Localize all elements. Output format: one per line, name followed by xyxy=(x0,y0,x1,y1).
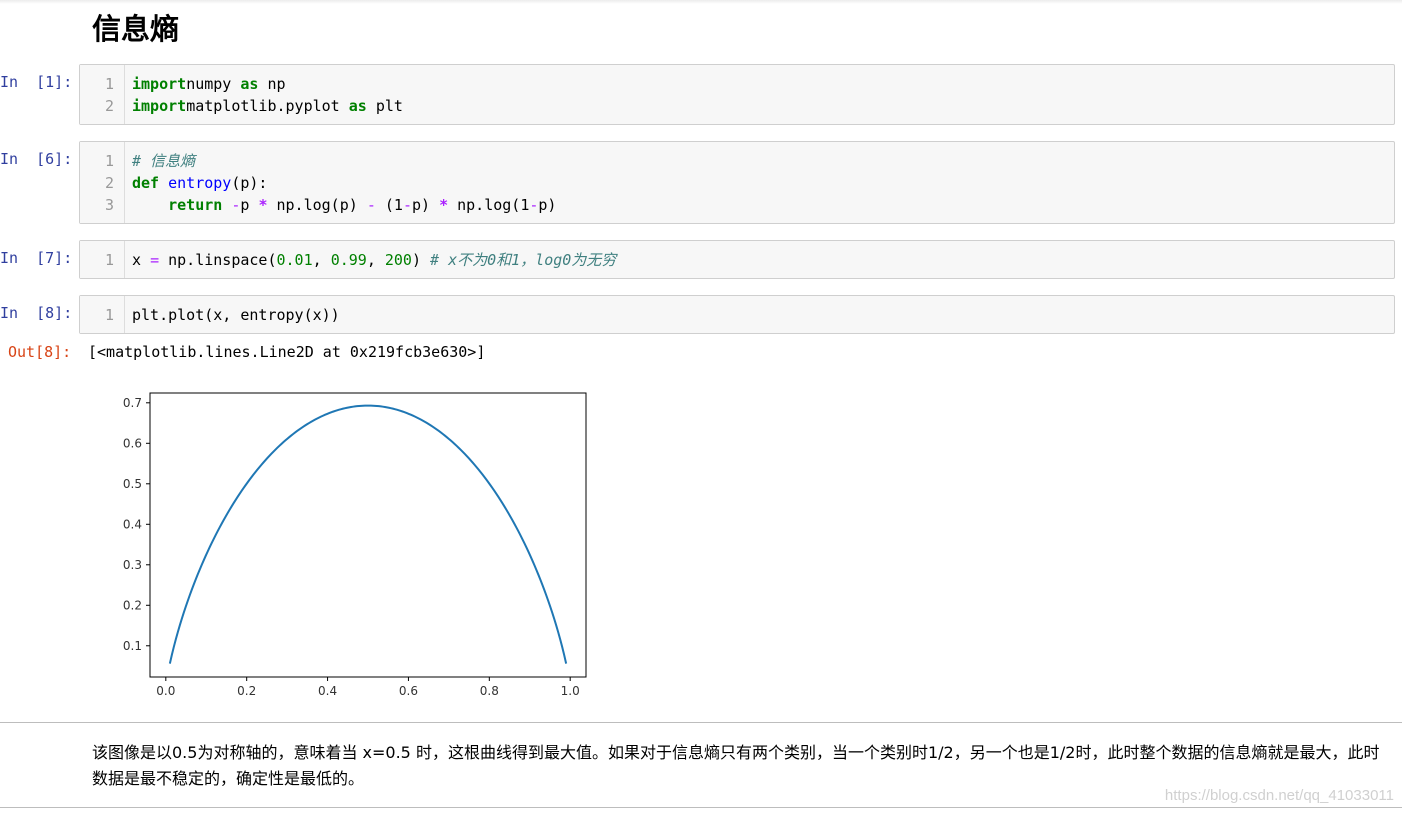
code-token: np.log(1 xyxy=(448,196,530,214)
code-text: # 信息熵 xyxy=(132,150,195,172)
code-token: 0.99 xyxy=(330,251,367,269)
input-prompt-1: In [1]: xyxy=(0,73,73,91)
code-token: - xyxy=(366,196,376,214)
code-text: x = np.linspace(0.01, 0.99, 200) # x不为0和… xyxy=(132,249,616,271)
line-number: 1 xyxy=(104,306,114,324)
code-token: p xyxy=(240,196,259,214)
code-token: matplotlib.pyplot xyxy=(186,97,349,115)
code-token: * xyxy=(439,196,449,214)
code-text: importmatplotlib.pyplot as plt xyxy=(132,95,403,117)
code-cell-1[interactable]: 1 importnumpy as np 2 importmatplotlib.pypl… xyxy=(79,64,1395,125)
input-prompt-2: In [6]: xyxy=(0,150,73,168)
code-text: importnumpy as np xyxy=(132,73,286,95)
code-token: (p): xyxy=(231,174,268,192)
code-token: ) xyxy=(411,251,431,269)
x-tick-label: 0.4 xyxy=(318,684,337,698)
code-cell-3[interactable]: 1x = np.linspace(0.01, 0.99, 200) # x不为0… xyxy=(79,240,1395,279)
y-tick-label: 0.5 xyxy=(123,477,142,491)
code-token: x xyxy=(132,251,151,269)
code-token: numpy xyxy=(186,75,241,93)
markdown-cell-bottom-border xyxy=(0,807,1402,808)
code-token: plt xyxy=(366,97,403,115)
line-number: 3 xyxy=(104,196,114,214)
output-prompt: Out[8]: xyxy=(8,343,72,361)
code-token: def xyxy=(132,174,160,192)
toolbar-shadow xyxy=(0,0,1402,4)
code-token: # 信息熵 xyxy=(132,152,196,170)
code-token: plt.plot(x, entropy(x)) xyxy=(132,306,340,324)
x-tick-label: 0.2 xyxy=(237,684,256,698)
code-token: 0.01 xyxy=(276,251,313,269)
code-token: , xyxy=(366,251,385,269)
code-token: import xyxy=(132,75,187,93)
code-token: np.linspace( xyxy=(159,251,277,269)
code-line: 1x = np.linspace(0.01, 0.99, 200) # x不为0… xyxy=(80,249,1394,271)
code-cell-2[interactable]: 1 # 信息熵 2 def entropy(p): 3 return - p * np.l… xyxy=(79,141,1395,224)
code-token: - xyxy=(402,196,412,214)
code-token: return xyxy=(168,196,223,214)
code-line: 2 def entropy(p): xyxy=(80,172,1394,194)
code-line: 3 return -p * np.log(p) - (1-p) * np.log… xyxy=(80,194,1394,216)
input-prompt-3: In [7]: xyxy=(0,249,73,267)
line-number: 1 xyxy=(104,152,114,170)
x-tick-label: 0.8 xyxy=(480,684,499,698)
code-token: np.log(p) xyxy=(267,196,367,214)
code-token: as xyxy=(240,75,259,93)
x-tick-label: 0.0 xyxy=(156,684,175,698)
y-tick-label: 0.1 xyxy=(123,639,142,653)
code-text: return -p * np.log(p) - (1-p) * np.log(1… xyxy=(132,194,556,216)
markdown-cell-top-border xyxy=(0,722,1402,723)
code-token: p) xyxy=(411,196,440,214)
y-tick-label: 0.4 xyxy=(123,517,142,531)
line-number: 2 xyxy=(104,97,114,115)
code-token: , xyxy=(312,251,331,269)
code-token: import xyxy=(132,97,187,115)
y-tick-label: 0.7 xyxy=(123,396,142,410)
code-text: def entropy(p): xyxy=(132,172,267,194)
code-token: p) xyxy=(538,196,557,214)
code-token: entropy xyxy=(168,174,232,192)
markdown-paragraph: 该图像是以0.5为对称轴的，意味着当 x=0.5 时，这根曲线得到最大值。如果对… xyxy=(92,743,1380,788)
code-line: 1 importnumpy as np xyxy=(80,73,1394,95)
x-tick-label: 1.0 xyxy=(561,684,580,698)
y-tick-label: 0.2 xyxy=(123,598,142,612)
code-token: (1 xyxy=(375,196,403,214)
code-line: 1 # 信息熵 xyxy=(80,150,1394,172)
entropy-line-plot: 0.0 0.2 0.4 0.6 0.8 1.0 0.1 0.2 0.3 0.4 0.5 0.6 0.7 xyxy=(123,392,587,698)
output-text: [<matplotlib.lines.Line2D at 0x219fcb3e6… xyxy=(88,343,486,361)
code-line: 1 plt.plot(x, entropy(x)) xyxy=(80,304,1394,326)
code-line: 2 importmatplotlib.pyplot as plt xyxy=(80,95,1394,117)
line-number: 1 xyxy=(104,251,114,269)
code-token: np xyxy=(258,75,286,93)
line-number: 1 xyxy=(104,75,114,93)
line-number: 2 xyxy=(104,174,114,192)
code-token: as xyxy=(348,97,367,115)
code-token: # x不为0和1，log0为无穷 xyxy=(430,251,617,269)
code-cell-4[interactable]: 1 plt.plot(x, entropy(x)) xyxy=(79,295,1395,334)
y-tick-label: 0.6 xyxy=(123,436,142,450)
input-prompt-4: In [8]: xyxy=(0,304,73,322)
x-tick-label: 0.6 xyxy=(399,684,418,698)
code-token: = xyxy=(150,251,160,269)
watermark-text: https://blog.csdn.net/qq_41033011 xyxy=(1164,787,1394,804)
markdown-heading: 信息熵 xyxy=(92,12,180,46)
code-text: plt.plot(x, entropy(x)) xyxy=(132,304,340,326)
code-token: 200 xyxy=(384,251,412,269)
y-tick-label: 0.3 xyxy=(123,558,142,572)
